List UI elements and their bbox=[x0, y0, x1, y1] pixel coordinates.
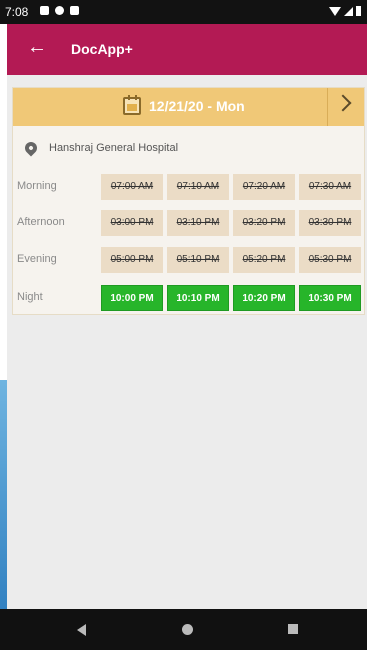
status-bar: 7:08 bbox=[0, 0, 367, 24]
session-label: Morning bbox=[17, 180, 57, 192]
date-label: 12/21/20 - Mon bbox=[149, 98, 245, 114]
time-slot: 03:20 PM bbox=[233, 210, 295, 236]
time-slot: 05:10 PM bbox=[167, 247, 229, 273]
chevron-right-icon bbox=[334, 94, 352, 112]
time-slot-available[interactable]: 10:00 PM bbox=[101, 285, 163, 311]
time-slot: 03:30 PM bbox=[299, 210, 361, 236]
system-icons bbox=[329, 6, 361, 16]
app-bar: ← DocApp+ bbox=[7, 24, 367, 75]
nav-home-icon[interactable] bbox=[182, 624, 193, 635]
nav-recents-icon[interactable] bbox=[288, 624, 298, 634]
appointment-card: 12/21/20 - Mon Hanshraj General Hospital… bbox=[12, 87, 365, 315]
notification-icon bbox=[55, 6, 64, 15]
app-title: DocApp+ bbox=[71, 41, 133, 57]
session-row-morning: Morning 07:00 AM 07:10 AM 07:20 AM 07:30… bbox=[13, 174, 364, 200]
time-slot: 03:10 PM bbox=[167, 210, 229, 236]
time-slot: 07:00 AM bbox=[101, 174, 163, 200]
hospital-name: Hanshraj General Hospital bbox=[49, 142, 179, 154]
calendar-icon[interactable] bbox=[123, 95, 141, 115]
status-time: 7:08 bbox=[5, 5, 29, 19]
wifi-icon bbox=[329, 6, 341, 16]
time-slot-available[interactable]: 10:30 PM bbox=[299, 285, 361, 311]
time-slot: 05:00 PM bbox=[101, 247, 163, 273]
sd-card-icon bbox=[70, 6, 79, 15]
notification-icon bbox=[40, 6, 49, 15]
battery-icon bbox=[356, 6, 361, 16]
time-slot: 05:30 PM bbox=[299, 247, 361, 273]
session-row-afternoon: Afternoon 03:00 PM 03:10 PM 03:20 PM 03:… bbox=[13, 210, 364, 236]
hospital-info: Hanshraj General Hospital bbox=[22, 139, 179, 157]
session-label: Night bbox=[17, 291, 43, 303]
session-label: Evening bbox=[17, 253, 57, 265]
time-slot: 07:20 AM bbox=[233, 174, 295, 200]
system-nav-bar bbox=[0, 609, 367, 650]
notification-icons bbox=[40, 6, 79, 15]
time-slot-available[interactable]: 10:20 PM bbox=[233, 285, 295, 311]
arrow-left-icon[interactable]: ← bbox=[27, 37, 47, 57]
session-row-evening: Evening 05:00 PM 05:10 PM 05:20 PM 05:30… bbox=[13, 247, 364, 273]
main-content: 12/21/20 - Mon Hanshraj General Hospital… bbox=[7, 75, 367, 609]
time-slot: 05:20 PM bbox=[233, 247, 295, 273]
signal-icon bbox=[344, 6, 353, 16]
session-row-night: Night 10:00 PM 10:10 PM 10:20 PM 10:30 P… bbox=[13, 285, 364, 311]
date-selector[interactable]: 12/21/20 - Mon bbox=[13, 88, 364, 126]
location-pin-icon bbox=[22, 139, 40, 157]
time-slot: 07:30 AM bbox=[299, 174, 361, 200]
nav-back-icon[interactable] bbox=[77, 624, 86, 636]
date-display[interactable]: 12/21/20 - Mon bbox=[123, 95, 245, 115]
session-label: Afternoon bbox=[17, 216, 65, 228]
time-slot: 07:10 AM bbox=[167, 174, 229, 200]
time-slot-available[interactable]: 10:10 PM bbox=[167, 285, 229, 311]
time-slot: 03:00 PM bbox=[101, 210, 163, 236]
next-date-button[interactable] bbox=[327, 88, 364, 126]
